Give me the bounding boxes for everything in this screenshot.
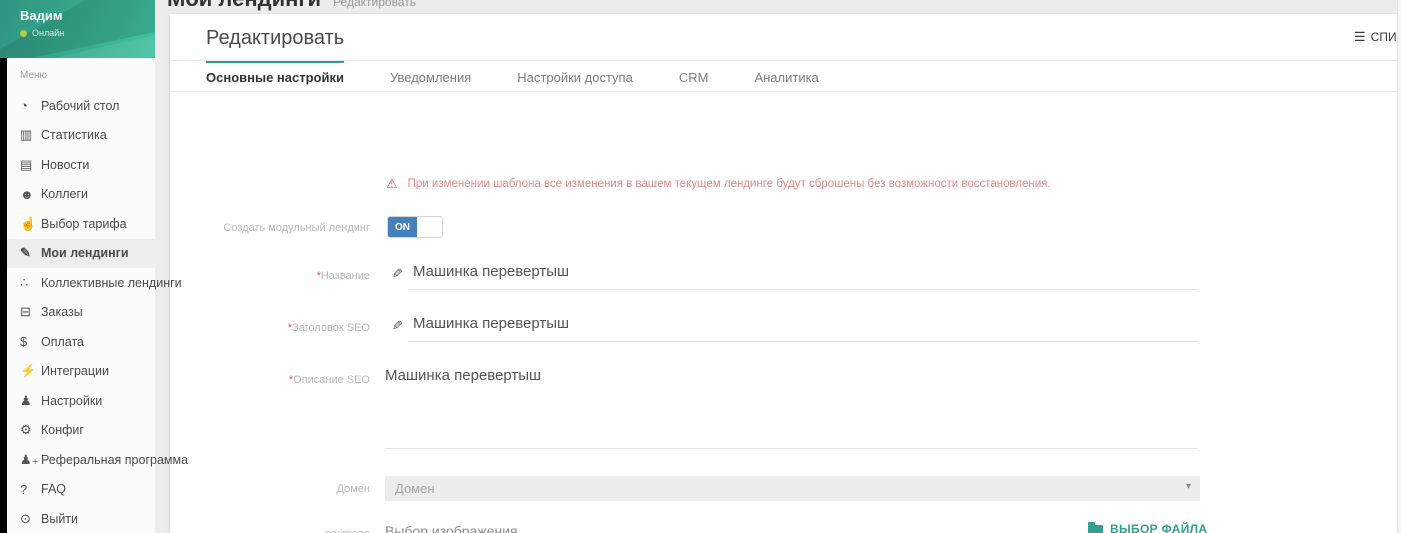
pencil-icon: ✎ [392,318,403,334]
question-icon: ? [20,482,41,497]
plug-icon: ⚡ [20,363,41,379]
scrollbar-track[interactable] [1397,0,1401,533]
sidebar-item-label: Мои лендинги [41,246,129,260]
tabs-bar: Основные настройки Уведомления Настройки… [170,61,1401,92]
dashboard-icon: ◔ [20,98,41,113]
domain-label: Домен [170,483,370,495]
sidebar-item-collective-landings[interactable]: ∴Коллективные лендинги [0,268,155,298]
gears-icon: ⚙ [20,422,41,438]
list-button[interactable]: ☰ СПИСОК [1354,29,1401,45]
name-input[interactable]: Машинка перевертыш [413,263,569,280]
seo-description-row: *Описание SEO Машинка перевертыш [170,366,1401,450]
main-settings-form: ⚠ При изменении шаблона все изменения в … [170,92,1401,533]
tab-main-settings[interactable]: Основные настройки [206,61,344,91]
sidebar-item-label: Заказы [41,305,83,319]
choose-file-label: ВЫБОР ФАЙЛА [1110,522,1207,533]
stats-icon: ▥ [20,127,41,143]
sidebar-item-label: FAQ [41,482,66,496]
seo-title-input[interactable]: Машинка перевертыш [413,315,569,332]
sidebar-item-orders[interactable]: ⊟Заказы [0,298,155,328]
tab-access-settings[interactable]: Настройки доступа [517,61,633,91]
name-label: *Название [170,270,370,282]
sidebar-item-label: Выбор тарифа [41,217,127,231]
og-image-input[interactable]: Выбор изображения [385,523,518,533]
module-landing-label: Создать модульный лендинг [170,222,370,234]
user-plus-icon: ♟₊ [20,452,41,468]
user-panel: Вадим Онлайн [0,0,155,58]
seo-description-textarea[interactable]: Машинка перевертыш [385,367,541,384]
seo-title-label: *Заголовок SEO [170,322,370,334]
user-name: Вадим [20,8,62,23]
user-status: Онлайн [20,28,64,38]
online-status-dot [20,30,27,37]
sidebar-item-payment[interactable]: $Оплата [0,327,155,357]
toggle-on-label: ON [388,217,417,237]
cart-icon: ⊟ [20,304,41,320]
card-header: Редактировать ☰ СПИСОК [170,14,1401,61]
sidebar-item-news[interactable]: ▤Новости [0,150,155,180]
sidebar-menu: ◔Рабочий стол ▥Статистика ▤Новости ☻Колл… [0,91,155,533]
sidebar-item-faq[interactable]: ?FAQ [0,475,155,505]
sidebar-item-statistics[interactable]: ▥Статистика [0,121,155,151]
window-left-edge [0,58,7,533]
power-icon: ⊙ [20,511,41,527]
breadcrumb: Редактировать [333,0,416,9]
sidebar-item-label: Коллеги [41,187,88,201]
sidebar-item-label: Выйти [41,512,78,526]
users-icon: ☻ [20,187,41,202]
sidebar-item-my-landings[interactable]: ✎Мои лендинги [0,239,155,269]
news-icon: ▤ [20,157,41,173]
landings-icon: ✎ [20,245,41,261]
sidebar-item-integrations[interactable]: ⚡Интеграции [0,357,155,387]
dollar-icon: $ [20,334,41,349]
input-underline [408,341,1198,342]
sidebar-item-label: Рабочий стол [41,99,119,113]
sidebar-item-settings[interactable]: ♟Настройки [0,386,155,416]
hand-pointer-icon: ☝ [20,216,41,232]
sidebar-item-referral[interactable]: ♟₊Реферальная программа [0,445,155,475]
sidebar-item-dashboard[interactable]: ◔Рабочий стол [0,91,155,121]
list-icon: ☰ [1354,29,1366,45]
sidebar-item-label: Новости [41,158,89,172]
input-underline [385,448,1198,449]
pencil-icon: ✎ [392,266,403,282]
online-status-label: Онлайн [32,28,64,38]
card-title: Редактировать [206,27,344,50]
warning-text: При изменении шаблона все изменения в ва… [408,178,1051,190]
sidebar-item-colleagues[interactable]: ☻Коллеги [0,180,155,210]
sidebar-item-label: Реферальная программа [41,453,188,467]
menu-section-label: Меню [0,58,155,85]
folder-icon [1088,525,1103,533]
sidebar-item-label: Оплата [41,335,84,349]
tab-crm[interactable]: CRM [679,61,709,91]
sidebar-item-label: Коллективные лендинги [41,276,182,290]
page-header: Мои лендинги Редактировать [167,0,416,12]
sidebar-item-label: Конфиг [41,423,84,437]
sidebar-item-tariff[interactable]: ☝Выбор тарифа [0,209,155,239]
sidebar: Вадим Онлайн Меню ◔Рабочий стол ▥Статист… [0,0,155,533]
sidebar-item-label: Статистика [41,128,107,142]
chevron-down-icon: ▾ [1186,481,1191,492]
tab-notifications[interactable]: Уведомления [390,61,471,91]
og-image-label: og:image [170,528,370,533]
sidebar-item-label: Интеграции [41,364,109,378]
input-underline [408,289,1198,290]
warning-icon: ⚠ [386,176,398,192]
template-warning: ⚠ При изменении шаблона все изменения в … [386,176,1051,192]
sidebar-item-config[interactable]: ⚙Конфиг [0,416,155,446]
seo-description-label: *Описание SEO [170,374,370,386]
share-icon: ∴ [20,275,41,291]
edit-card: Редактировать ☰ СПИСОК Основные настройк… [170,14,1401,533]
sidebar-item-label: Настройки [41,394,102,408]
domain-select[interactable]: Домен ▾ [385,476,1200,501]
sidebar-item-logout[interactable]: ⊙Выйти [0,504,155,533]
page-title: Мои лендинги [167,0,321,12]
tab-analytics[interactable]: Аналитика [754,61,818,91]
domain-select-placeholder: Домен [395,481,435,496]
choose-file-button[interactable]: ВЫБОР ФАЙЛА [1088,522,1207,533]
module-landing-toggle[interactable]: ON [387,216,443,238]
user-icon: ♟ [20,393,41,409]
